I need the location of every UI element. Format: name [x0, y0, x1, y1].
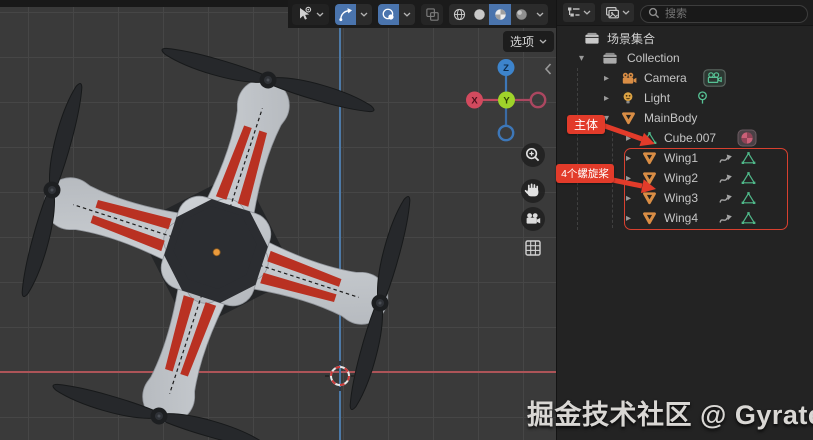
light-object-icon: [621, 88, 635, 108]
outliner-item-label[interactable]: Light: [644, 88, 670, 108]
chevron-down-icon: [622, 10, 630, 15]
axis-navigation-gizmo[interactable]: Z X Y: [456, 52, 556, 147]
3d-cursor: [325, 361, 355, 391]
options-label: 选项: [510, 33, 534, 50]
search-input[interactable]: [640, 5, 808, 23]
shading-dropdown[interactable]: [531, 4, 548, 25]
gizmo-minus-z-ball[interactable]: [499, 126, 513, 140]
outliner-row-light[interactable]: ▸ Light: [557, 88, 813, 108]
toggle-grid-button[interactable]: [526, 241, 540, 255]
light-data-icon[interactable]: [695, 88, 710, 108]
outliner-item-label[interactable]: Collection: [627, 48, 680, 68]
display-mode-dropdown[interactable]: [601, 3, 634, 22]
xray-toggle[interactable]: [421, 4, 443, 25]
outliner-item-label[interactable]: Cube.007: [664, 128, 716, 148]
collection-icon: [602, 48, 618, 68]
camera-view-button[interactable]: [521, 207, 545, 231]
chevron-down-icon: [539, 39, 547, 44]
search-icon: [648, 7, 660, 19]
chevron-down-icon[interactable]: ▾: [579, 48, 584, 68]
3d-viewport[interactable]: 选项 Z X Y: [0, 0, 556, 440]
camera-data-icon[interactable]: [703, 68, 726, 88]
outliner-row-collection[interactable]: ▾ Collection: [557, 48, 813, 68]
gizmo-x-axis-ball[interactable]: X: [466, 92, 483, 109]
material-sphere-icon: [493, 7, 508, 22]
gizmo-icon: [338, 7, 353, 22]
gizmo-z-axis-ball[interactable]: Z: [498, 59, 515, 76]
show-gizmo-toggle[interactable]: [335, 4, 356, 25]
chevron-down-icon: [360, 12, 368, 17]
viewport-header-tools: [292, 3, 548, 25]
overlays-icon: [381, 7, 396, 22]
chevron-right-icon[interactable]: ▸: [626, 128, 631, 148]
camera-object-icon: [621, 68, 637, 88]
options-button[interactable]: 选项: [503, 31, 554, 52]
wings-annotation-label: 4个螺旋桨: [556, 164, 614, 183]
chevron-right-icon[interactable]: ▸: [604, 88, 609, 108]
region-collapse-chevron[interactable]: [543, 62, 553, 76]
rendered-sphere-icon: [514, 7, 529, 22]
chevron-down-icon: [403, 12, 411, 17]
blender-window: 选项 Z X Y: [0, 0, 813, 440]
pan-hand-button[interactable]: [521, 179, 545, 203]
object-visibility-dropdown[interactable]: [292, 4, 329, 25]
wings-highlight-box: [624, 148, 788, 230]
shading-solid-button[interactable]: [469, 4, 489, 25]
outliner-editor-icon: [567, 6, 581, 19]
solid-sphere-icon: [472, 7, 487, 22]
shading-material-button[interactable]: [489, 4, 511, 25]
gizmo-y-axis-ball[interactable]: Y: [498, 92, 515, 109]
outliner-panel: 场景集合 ▾ Collection ▸ Camera: [556, 0, 813, 440]
svg-text:X: X: [471, 96, 478, 107]
outliner-row-camera[interactable]: ▸ Camera: [557, 68, 813, 88]
show-gizmo-dropdown[interactable]: [356, 4, 372, 25]
mesh-data-icon: [642, 128, 657, 148]
zoom-button[interactable]: [521, 143, 545, 167]
shading-rendered-button[interactable]: [511, 4, 531, 25]
editor-type-dropdown[interactable]: [563, 3, 595, 22]
viewport-nav-column: [518, 141, 550, 265]
chevron-down-icon: [536, 12, 544, 17]
chevron-right-icon[interactable]: ▸: [604, 68, 609, 88]
watermark: 掘金技术社区 @ Gyrate: [527, 393, 813, 432]
main-body-annotation-label: 主体: [567, 115, 605, 134]
shading-wireframe-button[interactable]: [449, 4, 469, 25]
outliner-item-label[interactable]: 场景集合: [607, 28, 655, 48]
image-stack-icon: [605, 6, 620, 20]
chevron-down-icon: [316, 12, 324, 17]
chevron-down-icon: [583, 10, 591, 15]
outliner-row-scene-collection[interactable]: 场景集合: [557, 28, 813, 48]
wireframe-sphere-icon: [452, 7, 467, 22]
visibility-cursor-icon: [297, 6, 313, 22]
xray-icon: [425, 7, 440, 22]
scene-collection-icon: [584, 28, 600, 48]
svg-text:Y: Y: [503, 96, 510, 107]
mesh-object-icon: [621, 108, 636, 128]
material-icon[interactable]: [737, 128, 757, 148]
show-overlays-toggle[interactable]: [378, 4, 399, 25]
svg-text:Z: Z: [503, 63, 509, 74]
show-overlays-dropdown[interactable]: [399, 4, 415, 25]
outliner-item-label[interactable]: MainBody: [644, 108, 697, 128]
outliner-header: [557, 0, 813, 26]
gizmo-minus-x-ball[interactable]: [531, 93, 545, 107]
outliner-item-label[interactable]: Camera: [644, 68, 687, 88]
